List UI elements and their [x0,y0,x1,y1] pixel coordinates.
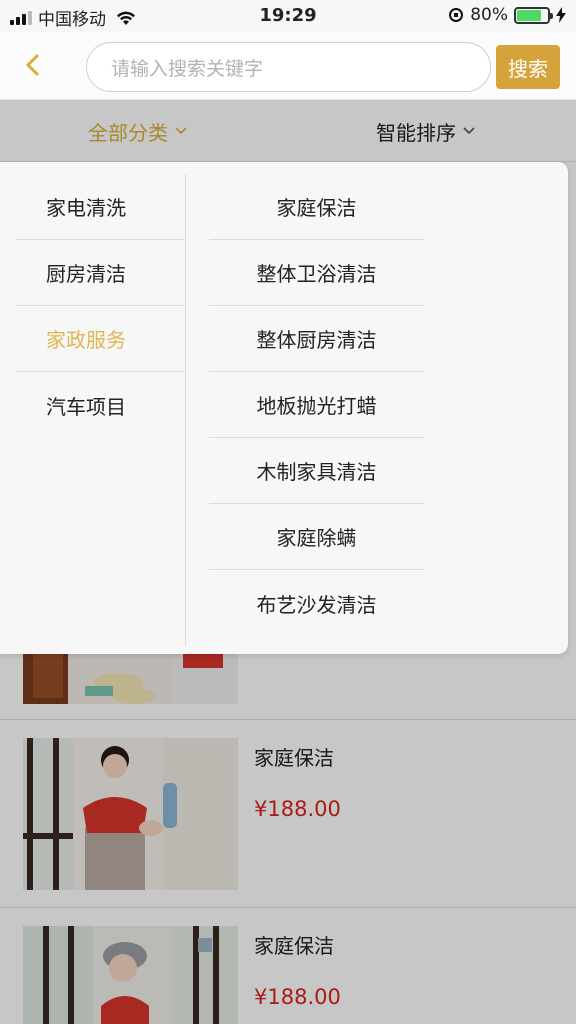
battery-percent: 80% [470,5,508,25]
orientation-lock-icon [449,8,464,22]
search-input[interactable]: 请输入搜索关键字 [86,42,491,92]
subcategory-column: 家庭保洁 整体卫浴清洁 整体厨房清洁 地板抛光打蜡 木制家具清洁 家庭除螨 布艺沙发清洁 [209,174,424,636]
category-item[interactable]: 厨房清洁 [16,240,184,306]
search-placeholder: 请输入搜索关键字 [111,57,264,80]
status-right: 80% [448,5,566,25]
search-button[interactable]: 搜索 [496,45,560,89]
subcategory-item[interactable]: 整体厨房清洁 [209,306,424,372]
category-column: 家电清洗 厨房清洁 家政服务 汽车项目 [16,174,184,438]
status-bar: 中国移动 19:29 80% [0,0,576,32]
column-divider [185,174,186,646]
subcategory-item[interactable]: 整体卫浴清洁 [209,240,424,306]
category-item[interactable]: 汽车项目 [16,372,184,438]
subcategory-item[interactable]: 布艺沙发清洁 [209,570,424,636]
subcategory-item[interactable]: 地板抛光打蜡 [209,372,424,438]
category-dropdown: 家电清洗 厨房清洁 家政服务 汽车项目 家庭保洁 整体卫浴清洁 整体厨房清洁 地板抛光打蜡木… [0,162,568,654]
battery-icon [514,6,553,24]
subcategory-item[interactable]: 家庭保洁 [209,174,424,240]
charging-icon [556,7,566,23]
battery-fill [517,9,541,21]
subcategory-item[interactable]: 家庭除螨 [209,504,424,570]
top-nav: 请输入搜索关键字 搜索 [0,32,576,100]
category-item[interactable]: 家电清洗 [16,174,184,240]
subcategory-item[interactable]: 木制家具清洁 [209,438,424,504]
back-chevron-icon[interactable] [18,50,48,80]
category-item[interactable]: 家政服务 [16,306,184,372]
